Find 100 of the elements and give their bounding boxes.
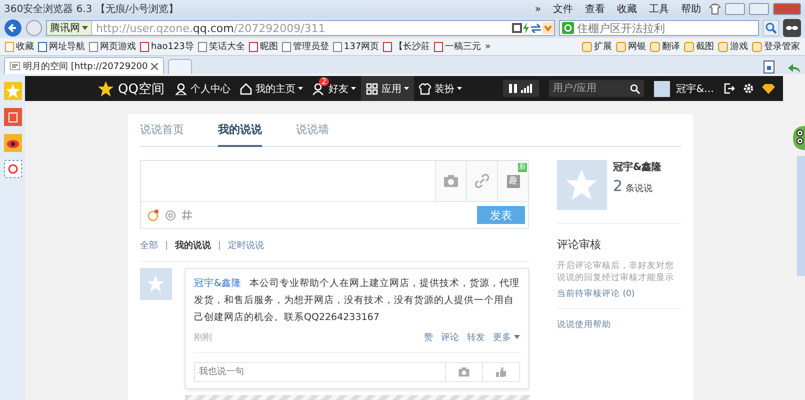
qzone-logo[interactable]: QQ空间 <box>97 80 164 98</box>
menu-item[interactable]: 收藏 <box>613 2 641 16</box>
page-icon <box>282 42 291 52</box>
bookmark-item[interactable]: 网址导航 <box>37 40 86 53</box>
signal-icon[interactable] <box>521 84 534 93</box>
grid-icon <box>366 82 378 94</box>
camera-icon[interactable] <box>443 173 459 189</box>
bookmark-item[interactable]: 网页游戏 <box>88 40 137 53</box>
bookmark-item[interactable]: 笑话大全 <box>196 40 246 53</box>
page-icon <box>89 42 98 52</box>
person-icon <box>313 82 326 94</box>
reply-box[interactable]: 我也说一句 <box>194 362 520 382</box>
post-action-link[interactable]: 转发 <box>467 330 485 344</box>
page-lock-icon[interactable] <box>763 60 775 74</box>
post-action-link[interactable]: 赞 <box>424 330 433 344</box>
menu-item[interactable]: 工具 <box>645 2 673 16</box>
nav-item[interactable]: 装扮 <box>414 76 468 101</box>
menu-item[interactable]: 帮助 <box>677 2 705 16</box>
scrollbar[interactable] <box>797 156 805 276</box>
star-icon[interactable] <box>4 82 22 100</box>
toolbar-item[interactable]: 登录管家 <box>751 40 801 53</box>
menu-item[interactable]: » <box>530 4 545 14</box>
tool-icon <box>616 42 626 52</box>
close-icon[interactable] <box>150 62 158 70</box>
bookmark-item[interactable]: 137网页 <box>332 40 380 53</box>
tool-icon <box>650 42 660 52</box>
emoji-icon[interactable] <box>147 209 159 221</box>
nav-item[interactable]: 好友 2 <box>308 76 362 101</box>
pause-icon[interactable] <box>509 84 518 93</box>
pending-comments-link[interactable]: 当前待审核评论 (0) <box>557 288 635 300</box>
bookmark-item[interactable]: 收藏 <box>4 40 35 53</box>
toolbar-item[interactable]: 翻译 <box>649 40 681 53</box>
post-count: 2 <box>613 177 623 195</box>
toolbar-item[interactable]: 游戏 <box>717 40 749 53</box>
caret-icon[interactable] <box>542 22 554 34</box>
post-action-link[interactable]: 更多 <box>493 330 520 344</box>
bookmark-item[interactable]: 昵图 <box>248 40 279 53</box>
forward-icon[interactable] <box>26 20 42 36</box>
caret-icon <box>82 26 88 30</box>
search-icon[interactable] <box>630 84 640 94</box>
bookmark-item[interactable]: hao123导 <box>139 40 195 53</box>
search-input[interactable]: 住棚户区开法拉利 <box>577 22 727 34</box>
undo-arrow-icon[interactable] <box>787 62 801 74</box>
caret-icon <box>514 335 520 339</box>
avatar[interactable] <box>654 80 670 96</box>
menu-item[interactable]: 查看 <box>581 2 609 16</box>
site-label[interactable]: 腾讯网 <box>47 21 92 35</box>
author-link[interactable]: 冠宇&鑫隆 <box>194 278 242 289</box>
url-text: http://user.qzone.qq.com/207292009/311 <box>95 22 326 34</box>
back-icon[interactable] <box>4 19 22 37</box>
nav-item[interactable]: 个人中心 <box>170 76 236 101</box>
tool-icon <box>582 42 592 52</box>
hashtag-icon[interactable] <box>182 210 192 220</box>
post-action-link[interactable]: 评论 <box>441 330 459 344</box>
bookmark-item[interactable]: 【长沙莊 <box>382 40 432 53</box>
notification-badge: 2 <box>319 77 329 86</box>
star-logo-icon <box>97 80 115 98</box>
filter-link[interactable]: 我的说说 <box>175 238 211 252</box>
window-title: 360安全浏览器 6.3 【无痕/小号浏览】 <box>4 2 180 16</box>
page-icon <box>140 42 149 52</box>
page-icon <box>332 42 342 52</box>
mask-icon[interactable] <box>783 19 801 37</box>
bookmark-item[interactable]: 一稿三元 <box>433 40 482 53</box>
section-title: 评论审核 <box>557 237 602 252</box>
bookmark-item[interactable]: » <box>484 42 492 52</box>
nav-item[interactable]: 我的主页 <box>235 76 308 101</box>
content-tab[interactable]: 我的说说 <box>218 114 262 147</box>
nav-item[interactable]: 应用 <box>361 76 414 101</box>
shirt-icon[interactable] <box>709 3 721 15</box>
bookmark-item[interactable]: 管理员登 <box>280 40 330 53</box>
section-description: 开启评论审核后，非好友对您说说的回复经过审核才能显示 <box>557 260 675 284</box>
diamond-icon[interactable] <box>762 84 775 94</box>
page-icon <box>5 42 14 52</box>
filter-link[interactable]: 全部 <box>140 238 158 252</box>
address-field[interactable]: 腾讯网 http://user.qzone.qq.com/207292009/311 <box>46 20 555 36</box>
filter-link[interactable]: 定时说说 <box>228 238 264 252</box>
post-count-label: 条说说 <box>626 182 653 195</box>
toolbar-item[interactable]: 截图 <box>683 40 715 53</box>
user-name[interactable]: 冠宇&… <box>676 82 714 96</box>
thumbs-up-icon[interactable] <box>495 366 507 378</box>
menu-item[interactable]: 文件 <box>549 2 577 16</box>
grid-icon[interactable] <box>512 23 522 33</box>
profile-name[interactable]: 冠宇&鑫隆 <box>613 160 662 174</box>
camera-icon[interactable] <box>458 366 470 378</box>
home-icon <box>240 82 252 94</box>
browser-tab[interactable]: 明月的空间 [http://20729200 <box>4 57 164 74</box>
page-icon <box>383 42 392 52</box>
help-link[interactable]: 说说使用帮助 <box>557 319 611 331</box>
minimize-button[interactable] <box>725 3 745 15</box>
flag-icon <box>10 62 20 70</box>
toolbar-item[interactable]: 网银 <box>615 40 647 53</box>
search-box[interactable]: 住棚户区开法拉利 <box>559 20 759 36</box>
tool-icon <box>684 42 694 52</box>
settings-icon[interactable] <box>743 83 754 94</box>
link-icon[interactable] <box>474 173 490 189</box>
mascot-icon[interactable] <box>791 124 805 152</box>
search-engine-icon[interactable] <box>562 22 574 34</box>
toolbar-item[interactable]: 扩展 <box>581 40 613 53</box>
logout-icon[interactable] <box>724 83 735 94</box>
maximize-button[interactable] <box>749 3 769 15</box>
